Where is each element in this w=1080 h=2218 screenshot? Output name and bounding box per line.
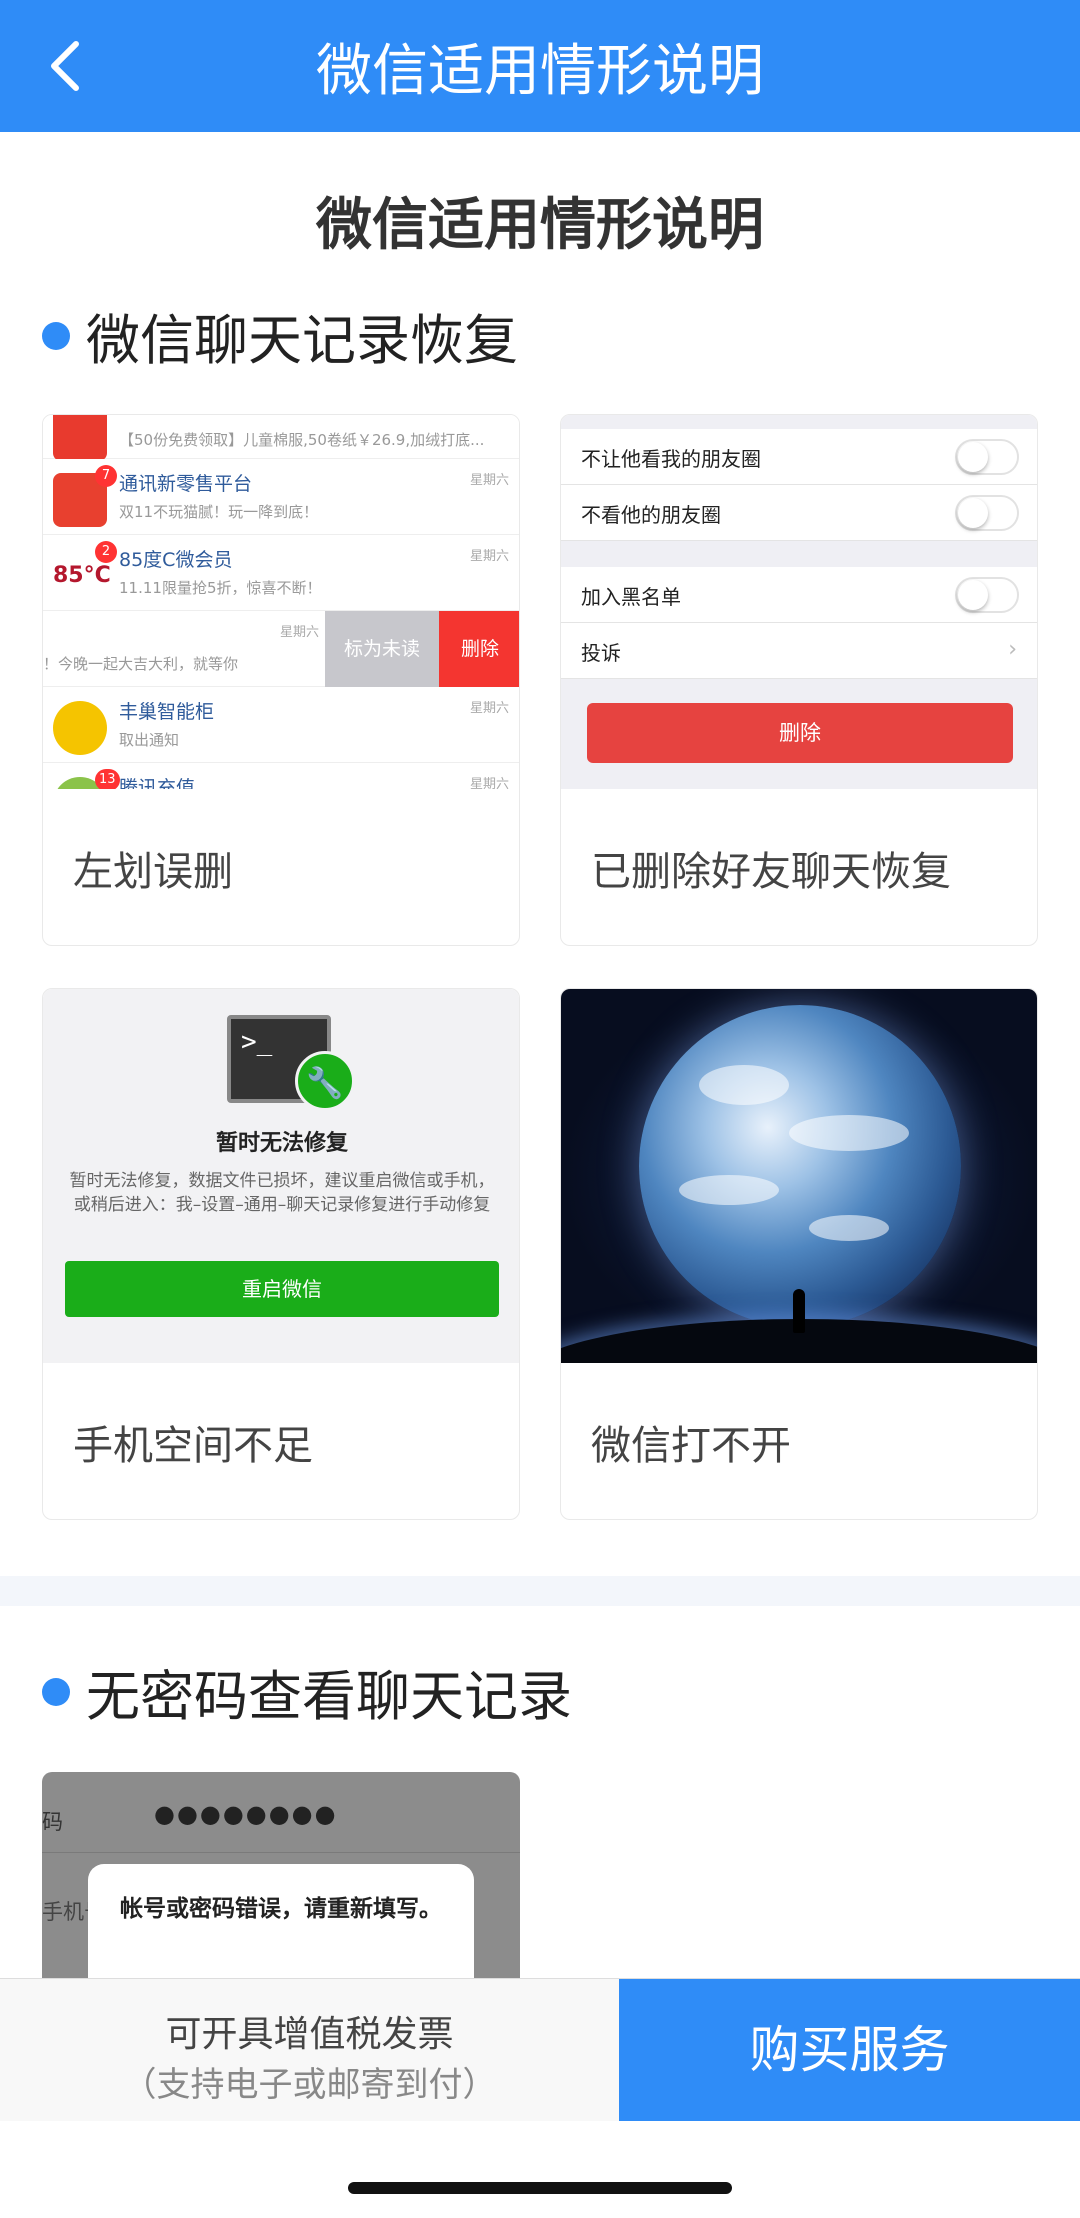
repair-description: 暂时无法修复，数据文件已损坏，建议重启微信或手机，或稍后进入：我–设置–通用–聊…: [69, 1171, 495, 1215]
bottom-bar: 可开具增值税发票 （支持电子或邮寄到付） 购买服务: [0, 1978, 1080, 2121]
setting-row: 不让他看我的朋友圈: [561, 429, 1037, 485]
card-storage-full[interactable]: >_ 🔧 暂时无法修复 暂时无法修复，数据文件已损坏，建议重启微信或手机，或稍后…: [42, 988, 520, 1520]
chat-time: 星期六: [469, 777, 509, 789]
wrench-icon: 🔧: [295, 1051, 355, 1111]
password-label: 码: [42, 1810, 63, 1834]
chat-name: 丰巢智能柜: [119, 701, 215, 723]
shop-logo-icon: [53, 415, 107, 461]
invoice-line1: 可开具增值税发票: [165, 2014, 454, 2055]
chat-row: 13 腾讯充值 星期六: [43, 763, 519, 789]
toggle-switch: [955, 495, 1019, 531]
unread-badge: 13: [95, 769, 120, 789]
person-silhouette: [793, 1289, 805, 1333]
chat-row: 【50份免费领取】儿童棉服,50卷纸￥26.9,加绒打底...: [43, 415, 519, 461]
delete-friend-button: 删除: [587, 703, 1013, 763]
chat-preview: ！今晚一起大吉大利，就等你: [43, 655, 239, 673]
swipe-delete-button: 删除: [439, 611, 519, 687]
mark-unread-button: 标为未读: [325, 611, 439, 687]
locker-logo-icon: [53, 701, 107, 755]
home-indicator[interactable]: [348, 2182, 732, 2194]
header-title: 微信适用情形说明: [316, 39, 764, 104]
chat-name: 通讯新零售平台: [119, 473, 253, 495]
setting-row: 不看他的朋友圈: [561, 485, 1037, 541]
chat-preview: 双11不玩猫腻！玩一降到底！: [119, 503, 319, 521]
setting-label: 不看他的朋友圈: [581, 503, 721, 527]
setting-row: 投诉 ›: [561, 623, 1037, 679]
error-alert: 帐号或密码错误，请重新填写。: [88, 1864, 474, 1980]
bullet-dot-icon: [42, 1677, 70, 1706]
chat-row-swiped: ！今晚一起大吉大利，就等你 星期六 标为未读 删除: [43, 611, 519, 687]
chevron-right-icon: ›: [1008, 637, 1017, 662]
password-mask: ●●●●●●●●: [154, 1800, 338, 1828]
unread-badge: 2: [95, 541, 117, 563]
chat-name: 腾讯充值: [119, 777, 196, 789]
chat-row: 丰巢智能柜 取出通知 星期六: [43, 687, 519, 763]
card-caption: 手机空间不足: [73, 1423, 313, 1469]
chat-row: 7 通讯新零售平台 双11不玩猫腻！玩一降到底！ 星期六: [43, 459, 519, 535]
invoice-info: 可开具增值税发票 （支持电子或邮寄到付）: [0, 1979, 619, 2121]
chat-name: 85度C微会员: [119, 549, 233, 571]
earth-launch-image: [561, 989, 1037, 1363]
earth-image: [639, 1005, 961, 1327]
section-title: 无密码查看聊天记录: [86, 1665, 572, 1728]
buy-service-button[interactable]: 购买服务: [619, 1979, 1080, 2121]
bullet-dot-icon: [42, 321, 70, 350]
card-caption: 左划误删: [73, 849, 233, 895]
card-caption: 已删除好友聊天恢复: [591, 849, 951, 895]
alert-message: 帐号或密码错误，请重新填写。: [120, 1896, 442, 1922]
repair-screenshot: >_ 🔧 暂时无法修复 暂时无法修复，数据文件已损坏，建议重启微信或手机，或稍后…: [43, 989, 519, 1363]
unread-badge: 7: [95, 465, 117, 487]
chat-time: 星期六: [279, 625, 319, 640]
section-divider: [0, 1576, 1080, 1606]
chat-preview: 11.11限量抢5折，惊喜不断！: [119, 579, 322, 597]
setting-label: 不让他看我的朋友圈: [581, 447, 761, 471]
card-deleted-friend[interactable]: 不让他看我的朋友圈 不看他的朋友圈 加入黑名单 投诉 › 删除 已删除好友聊天恢…: [560, 414, 1038, 946]
chat-preview: 【50份免费领取】儿童棉服,50卷纸￥26.9,加绒打底...: [119, 431, 485, 449]
setting-label: 加入黑名单: [581, 585, 681, 609]
section-heading-chat-recovery: 微信聊天记录恢复: [42, 296, 518, 375]
invoice-line2: （支持电子或邮寄到付）: [122, 2065, 497, 2105]
chat-time: 星期六: [469, 701, 509, 716]
chat-list-screenshot: 【50份免费领取】儿童棉服,50卷纸￥26.9,加绒打底... 7 通讯新零售平…: [43, 415, 519, 789]
top-bar: 微信适用情形说明: [0, 0, 1080, 132]
chat-row: 85°C 2 85度C微会员 11.11限量抢5折，惊喜不断！ 星期六: [43, 535, 519, 611]
setting-label: 投诉: [581, 641, 621, 665]
chat-preview: 取出通知: [119, 731, 180, 749]
chat-time: 星期六: [469, 473, 509, 488]
restart-wechat-button: 重启微信: [65, 1261, 499, 1317]
card-caption: 微信打不开: [591, 1423, 791, 1469]
section-heading-view-without-password: 无密码查看聊天记录: [42, 1652, 572, 1731]
card-swipe-delete[interactable]: 【50份免费领取】儿童棉服,50卷纸￥26.9,加绒打底... 7 通讯新零售平…: [42, 414, 520, 946]
toggle-switch: [955, 577, 1019, 613]
repair-title: 暂时无法修复: [215, 1131, 348, 1156]
card-cannot-open[interactable]: 微信打不开: [560, 988, 1038, 1520]
friend-settings-screenshot: 不让他看我的朋友圈 不看他的朋友圈 加入黑名单 投诉 › 删除: [561, 415, 1037, 789]
chat-time: 星期六: [469, 549, 509, 564]
toggle-switch: [955, 439, 1019, 475]
login-error-screenshot[interactable]: 码 ●●●●●●●● 手机号 帐号或密码错误，请重新填写。: [42, 1772, 520, 1980]
setting-row: 加入黑名单: [561, 567, 1037, 623]
section-title: 微信聊天记录恢复: [86, 309, 518, 372]
page-title: 微信适用情形说明: [316, 193, 764, 258]
